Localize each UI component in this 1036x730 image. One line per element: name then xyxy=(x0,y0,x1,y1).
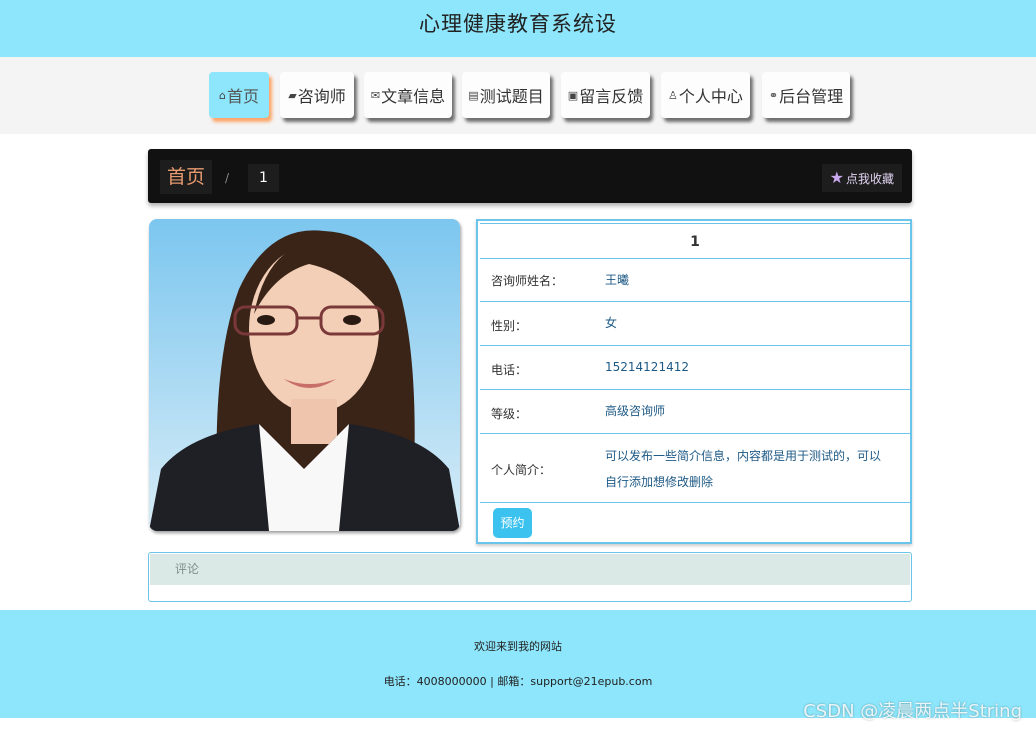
detail-row-phone: 电话： 15214121412 xyxy=(480,346,910,390)
book-button[interactable]: 预约 xyxy=(493,508,532,538)
detail-value: 女 xyxy=(605,316,618,330)
detail-heading: 1 xyxy=(480,223,910,259)
favorite-button[interactable]: ★ 点我收藏 xyxy=(821,164,902,192)
counselor-photo xyxy=(149,219,460,531)
detail-label: 电话： xyxy=(491,363,528,377)
nav-item-label: 咨询师 xyxy=(297,87,346,106)
detail-row-gender: 性别： 女 xyxy=(480,302,910,346)
nav-item-label: 首页 xyxy=(226,87,259,106)
breadcrumb: 首页 / 1 ★ 点我收藏 xyxy=(148,149,912,203)
comment-title: 评论 xyxy=(150,554,910,585)
nav-item-label: 测试题目 xyxy=(479,87,544,106)
comment-panel: 评论 xyxy=(148,552,912,602)
link-icon: ⚭ xyxy=(768,88,779,102)
nav-item-label: 文章信息 xyxy=(381,87,446,106)
detail-value: 可以发布一些简介信息，内容都是用于测试的，可以自行添加想修改删除 xyxy=(605,449,882,489)
detail-value: 高级咨询师 xyxy=(605,404,666,418)
detail-label: 性别： xyxy=(491,319,528,333)
main-nav: ⌂ 首页 ▰ 咨询师 ✉ 文章信息 ▤ 测试题目 ▣ 留言反馈 ♙ 个人中心 ⚭… xyxy=(0,57,1036,134)
gift-icon: ▣ xyxy=(567,88,579,102)
footer-contact: 电话：4008000000 | 邮箱：support@21epub.com xyxy=(383,675,653,688)
graduation-cap-icon: ▰ xyxy=(288,88,297,102)
site-header: 心理健康教育系统设 xyxy=(0,0,1036,57)
nav-item-articles[interactable]: ✉ 文章信息 xyxy=(364,72,452,118)
detail-row-intro: 个人简介： 可以发布一些简介信息，内容都是用于测试的，可以自行添加想修改删除 xyxy=(480,434,910,503)
nav-item-profile[interactable]: ♙ 个人中心 xyxy=(661,72,750,118)
detail-value: 王曦 xyxy=(605,273,630,287)
nav-item-tests[interactable]: ▤ 测试题目 xyxy=(462,72,550,118)
detail-label: 咨询师姓名： xyxy=(491,274,564,288)
site-title: 心理健康教育系统设 xyxy=(419,12,617,36)
nav-item-feedback[interactable]: ▣ 留言反馈 xyxy=(561,72,650,118)
footer-welcome: 欢迎来到我的网站 xyxy=(474,640,562,653)
nav-item-home[interactable]: ⌂ 首页 xyxy=(209,72,269,118)
detail-row-level: 等级： 高级咨询师 xyxy=(480,390,910,434)
breadcrumb-current: 1 xyxy=(248,164,279,192)
calendar-icon: ▤ xyxy=(468,88,479,102)
nav-item-label: 留言反馈 xyxy=(579,87,644,106)
nav-item-label: 后台管理 xyxy=(779,87,844,106)
detail-label: 等级： xyxy=(491,407,528,421)
detail-row-name: 咨询师姓名： 王曦 xyxy=(480,259,910,302)
star-icon: ★ xyxy=(829,168,844,187)
home-icon: ⌂ xyxy=(219,88,226,102)
nav-item-label: 个人中心 xyxy=(678,87,743,106)
watermark: CSDN @凌晨两点半String xyxy=(803,701,1022,722)
nav-item-counselors[interactable]: ▰ 咨询师 xyxy=(280,72,354,118)
breadcrumb-home-link[interactable]: 首页 xyxy=(160,160,213,194)
nav-item-admin[interactable]: ⚭ 后台管理 xyxy=(762,72,850,118)
user-icon: ♙ xyxy=(668,88,678,102)
detail-label: 个人简介： xyxy=(491,463,552,477)
counselor-detail-table: 1 咨询师姓名： 王曦 性别： 女 电话： 15214121412 等级： 高级… xyxy=(476,219,912,544)
detail-value: 15214121412 xyxy=(605,360,689,374)
envelope-icon: ✉ xyxy=(370,88,381,102)
breadcrumb-separator: / xyxy=(225,171,230,185)
favorite-label: 点我收藏 xyxy=(845,172,894,186)
